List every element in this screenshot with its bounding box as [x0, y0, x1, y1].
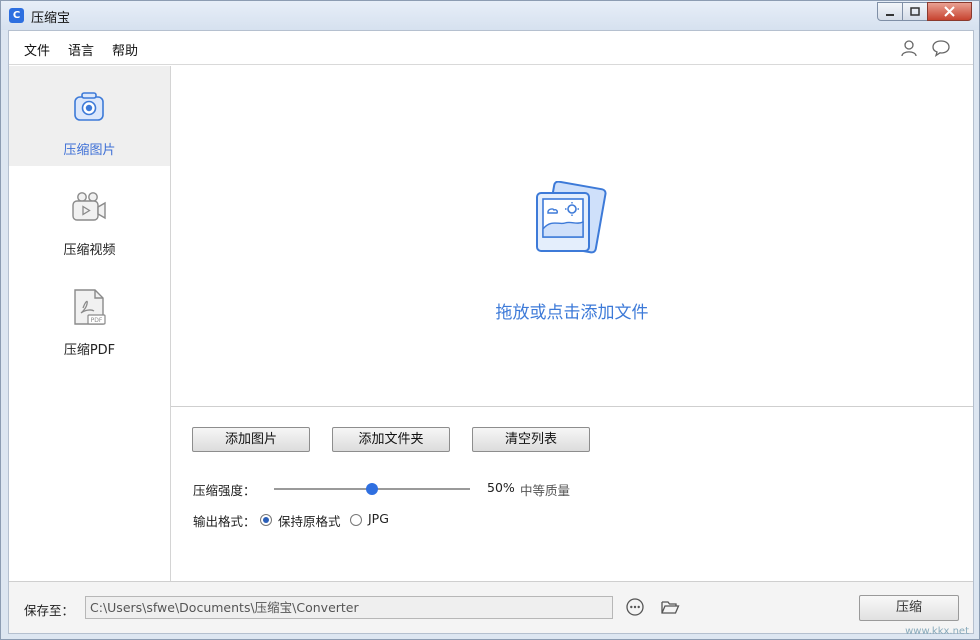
compress-button[interactable]: 压缩: [859, 595, 959, 621]
camera-icon: [74, 92, 104, 121]
compression-settings: 添加图片 添加文件夹 清空列表 压缩强度： 50% 中等质量 输出格式： 保持原…: [171, 408, 973, 581]
app-window: C 压缩宝 文件 语言 帮助 压缩图片 压缩视频 PDF 压缩PDF 拖放或点击…: [0, 0, 980, 640]
video-camera-icon: [72, 192, 106, 221]
sidebar-item-compress-pdf[interactable]: PDF 压缩PDF: [9, 266, 170, 366]
radio-keep-format[interactable]: [260, 514, 272, 526]
compression-strength-label: 压缩强度：: [193, 483, 256, 498]
client-area: 文件 语言 帮助 压缩图片 压缩视频 PDF 压缩PDF 拖放或点击添加文件 添…: [8, 30, 974, 634]
watermark-url: www.kkx.net: [905, 626, 969, 637]
add-image-button[interactable]: 添加图片: [192, 427, 310, 452]
close-button[interactable]: [927, 2, 972, 21]
sidebar-item-label: 压缩PDF: [63, 343, 116, 358]
sidebar-item-compress-image[interactable]: 压缩图片: [9, 66, 170, 166]
close-icon: [944, 6, 955, 17]
sidebar-item-compress-video[interactable]: 压缩视频: [9, 166, 170, 266]
minimize-button[interactable]: [877, 2, 903, 21]
radio-keep-format-label[interactable]: 保持原格式: [278, 511, 341, 530]
svg-text:PDF: PDF: [91, 317, 103, 324]
compression-slider-thumb[interactable]: [366, 483, 378, 495]
menu-bar: 文件 语言 帮助: [9, 31, 973, 65]
maximize-button[interactable]: [902, 2, 928, 21]
menu-file[interactable]: 文件: [24, 40, 50, 59]
app-logo-icon: C: [9, 8, 24, 23]
menu-language[interactable]: 语言: [68, 40, 94, 59]
output-format-label: 输出格式：: [193, 514, 256, 529]
footer-bar: 保存至： C:\Users\sfwe\Documents\压缩宝\Convert…: [9, 581, 973, 633]
drop-hint-text: 拖放或点击添加文件: [495, 303, 649, 323]
file-drop-zone[interactable]: 拖放或点击添加文件: [171, 66, 973, 407]
sidebar-item-label: 压缩视频: [63, 243, 116, 258]
window-title: 压缩宝: [31, 11, 71, 26]
open-folder-icon[interactable]: [660, 597, 680, 617]
minimize-icon: [886, 13, 894, 16]
chat-bubble-icon[interactable]: [931, 38, 951, 58]
radio-jpg-label[interactable]: JPG: [368, 511, 389, 526]
window-controls: [877, 2, 972, 22]
radio-jpg[interactable]: [350, 514, 362, 526]
user-icon[interactable]: [899, 38, 919, 58]
compression-percent: 50%: [487, 480, 515, 495]
title-bar[interactable]: C 压缩宝: [1, 1, 979, 30]
image-stack-icon: [536, 181, 607, 254]
pdf-file-icon: PDF: [74, 289, 106, 325]
maximize-icon: [910, 7, 920, 16]
output-path-field[interactable]: C:\Users\sfwe\Documents\压缩宝\Converter: [85, 596, 613, 619]
clear-list-button[interactable]: 清空列表: [472, 427, 590, 452]
menu-help[interactable]: 帮助: [112, 40, 138, 59]
sidebar: 压缩图片 压缩视频 PDF 压缩PDF: [9, 66, 171, 581]
quality-text: 中等质量: [520, 483, 571, 498]
add-folder-button[interactable]: 添加文件夹: [332, 427, 450, 452]
more-options-icon[interactable]: [625, 597, 645, 617]
sidebar-item-label: 压缩图片: [63, 143, 116, 158]
save-to-label: 保存至：: [24, 603, 75, 618]
